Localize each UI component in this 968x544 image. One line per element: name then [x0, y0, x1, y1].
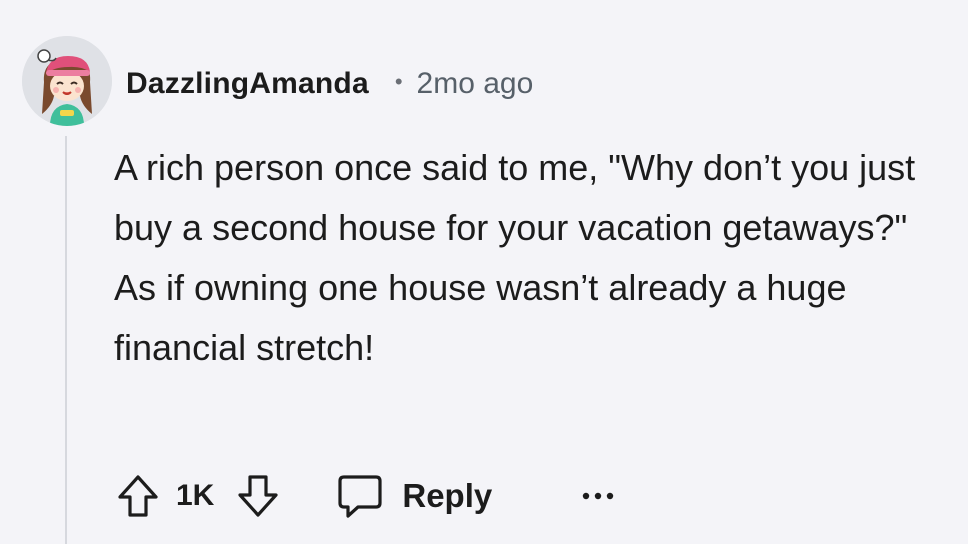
more-options-button[interactable] — [576, 474, 620, 518]
comment-actions: 1K Reply — [116, 470, 620, 522]
comment: DazzlingAmanda • 2mo ago A rich person o… — [0, 0, 968, 544]
vote-count: 1K — [176, 479, 215, 512]
reply-button[interactable]: Reply — [336, 473, 492, 519]
reply-label: Reply — [402, 477, 493, 514]
meta-separator: • — [394, 69, 403, 94]
arrow-down-icon — [238, 475, 278, 517]
snoovatar-icon — [22, 36, 112, 126]
timestamp[interactable]: 2mo ago — [417, 67, 534, 101]
upvote-button[interactable] — [116, 473, 160, 519]
arrow-up-icon — [118, 475, 158, 517]
comment-body: A rich person once said to me, "Why don’… — [114, 147, 916, 368]
speech-bubble-icon — [338, 475, 382, 518]
avatar[interactable] — [22, 36, 112, 126]
downvote-button[interactable] — [236, 473, 280, 519]
comment-meta: DazzlingAmanda • 2mo ago — [126, 62, 533, 106]
username[interactable]: DazzlingAmanda — [126, 67, 369, 101]
thread-line[interactable] — [65, 136, 67, 544]
ellipsis-icon — [583, 492, 614, 500]
